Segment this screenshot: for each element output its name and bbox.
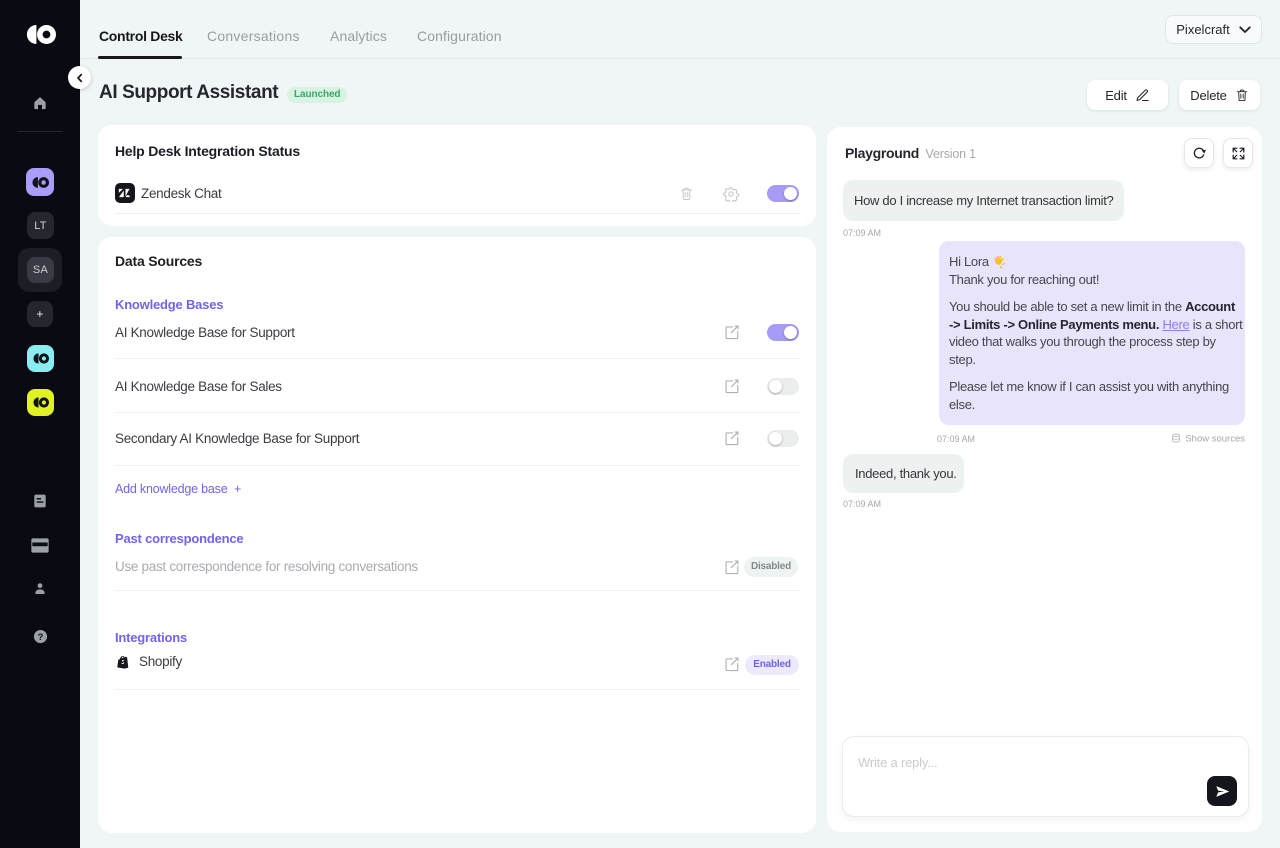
svg-text:?: ? [38, 632, 44, 642]
